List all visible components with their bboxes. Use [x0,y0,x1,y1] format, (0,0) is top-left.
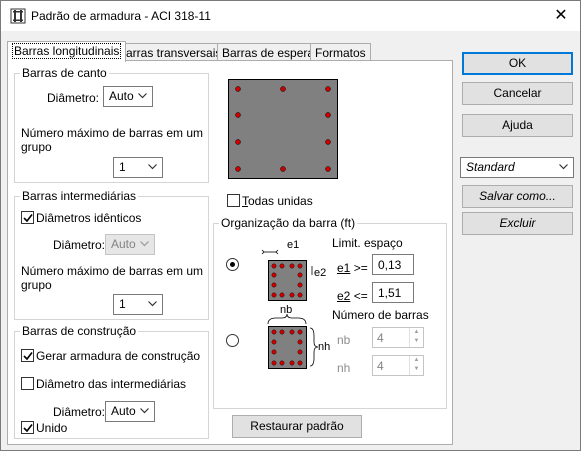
chevron-down-icon [140,408,149,414]
tab-transverse-bars[interactable]: Barras transversais [113,43,227,61]
select-value: Auto [111,237,136,251]
tab-longitudinal-bars[interactable]: Barras longitudinais [7,41,127,62]
max-bars-label-line2: grupo [21,278,52,292]
corner-max-bars-select[interactable]: 1 [113,157,163,178]
intermediate-diameter-label: Diâmetro das intermediárias [36,377,187,391]
intermediate-diameter-select[interactable]: Auto [105,234,155,255]
all-joined-label-rest: odas unidas [248,194,313,208]
select-value: Standard [466,160,515,174]
max-bars-label: Número máximo de barras em um [21,126,204,140]
bar-count-label: Número de barras [332,308,429,322]
input-value: 1,51 [378,286,402,300]
nb-label: nb [337,333,351,347]
joined-label: Unido [36,421,68,435]
check-icon [23,424,33,433]
radio-dot [230,262,235,267]
diameter-label: Diâmetro: [47,91,100,105]
diagram-nh-label: nh [318,341,331,353]
tab-starter-bars[interactable]: Barras de espera [217,43,320,61]
chevron-down-icon [559,164,568,170]
nb-spinner[interactable]: 4 ▲ ▼ [372,327,424,348]
e1-label: e1 >= [337,261,368,275]
group-title: Organização da barra (ft) [219,216,358,230]
nh-spinner[interactable]: 4 ▲ ▼ [372,355,424,376]
intermediate-max-bars-select[interactable]: 1 [113,294,163,315]
diagram-e1-label: e1 [287,239,300,251]
section-preview-diagram [228,79,338,179]
group-title: Barras intermediárias [20,189,139,203]
input-value: 0,13 [378,258,402,272]
e2-max-spacing-input[interactable]: 1,51 [372,282,414,303]
spinner-value: 4 [377,359,384,373]
generate-construction-checkbox[interactable] [21,349,34,362]
identical-diameters-checkbox[interactable] [21,211,34,224]
all-joined-checkbox[interactable] [227,194,240,207]
diameter-label: Diâmetro: [53,405,106,419]
bar-count-radio[interactable] [226,334,239,347]
e1-min-spacing-input[interactable]: 0,13 [372,254,414,275]
chevron-down-icon [148,164,157,170]
select-value: 1 [119,160,126,174]
select-value: Auto [109,89,134,103]
ok-button[interactable]: OK [462,52,573,75]
chevron-down-icon [140,241,149,247]
tab-label: Barras transversais [118,46,222,60]
chevron-down-icon [138,93,147,99]
spinner-value: 4 [377,331,384,345]
tab-label: Barras de espera [222,46,315,60]
all-joined-label: Todas unidas [242,194,313,208]
tab-label: Formatos [315,46,366,60]
intermediate-diameter-checkbox[interactable] [21,377,34,390]
close-icon[interactable]: ✕ [550,5,572,27]
max-bars-label: Número máximo de barras em um [21,264,204,278]
cancel-button[interactable]: Cancelar [462,82,573,105]
e2-text: e2 [337,289,351,303]
diagram-nb-label: nb [280,304,293,316]
window-title: Padrão de armadura - ACI 318-11 [31,9,211,23]
check-icon [23,214,33,223]
e2-operator: <= [353,289,368,303]
check-icon [23,352,33,361]
e1-operator: >= [353,261,368,275]
generate-construction-label: Gerar armadura de construção [36,349,201,363]
dialog-window: Padrão de armadura - ACI 318-11 ✕ Barras… [0,0,581,451]
construction-bars-group: Barras de construção Gerar armadura de c… [14,324,209,439]
e2-label: e2 <= [337,289,368,303]
spinner-arrows[interactable]: ▲ ▼ [409,328,423,347]
diagram-e2-label: e2 [314,267,327,279]
save-as-button[interactable]: Salvar como... [462,185,573,208]
corner-bars-group: Barras de canto Diâmetro: Auto Número má… [14,66,209,183]
help-button[interactable]: Ajuda [462,114,573,137]
group-title: Barras de construção [20,324,139,338]
e1-text: e1 [337,261,351,275]
down-arrow-icon[interactable]: ▼ [410,365,423,374]
title-bar: Padrão de armadura - ACI 318-11 ✕ [1,1,580,31]
spinner-arrows[interactable]: ▲ ▼ [409,356,423,375]
group-title: Barras de canto [20,66,109,80]
restore-default-button[interactable]: Restaurar padrão [232,415,362,438]
select-value: Auto [111,404,136,418]
up-arrow-icon[interactable]: ▲ [410,356,423,365]
identical-diameters-label: Diâmetros idênticos [36,211,142,225]
delete-preset-button[interactable]: Excluir [462,212,573,235]
preset-select[interactable]: Standard [460,157,574,178]
joined-checkbox[interactable] [21,421,34,434]
chevron-down-icon [148,301,157,307]
max-bars-label-line2: grupo [21,140,52,154]
tab-shapes[interactable]: Formatos [310,43,371,61]
up-arrow-icon[interactable]: ▲ [410,328,423,337]
spacing-limit-radio[interactable] [226,258,239,271]
nh-label: nh [337,361,351,375]
select-value: 1 [119,297,126,311]
intermediate-bars-group: Barras intermediárias Diâmetros idêntico… [14,189,209,320]
tab-panel-longitudinal: Barras de canto Diâmetro: Auto Número má… [7,60,453,445]
rebar-pattern-icon [10,8,26,24]
down-arrow-icon[interactable]: ▼ [410,337,423,346]
construction-diameter-select[interactable]: Auto [105,401,155,422]
tab-label: Barras longitudinais [12,43,122,59]
spacing-limit-label: Limit. espaço [332,236,403,250]
diameter-label: Diâmetro: [53,238,106,252]
bar-organization-group: Organização da barra (ft) e1 e2 Limit. e… [213,216,447,409]
corner-diameter-select[interactable]: Auto [103,86,153,107]
